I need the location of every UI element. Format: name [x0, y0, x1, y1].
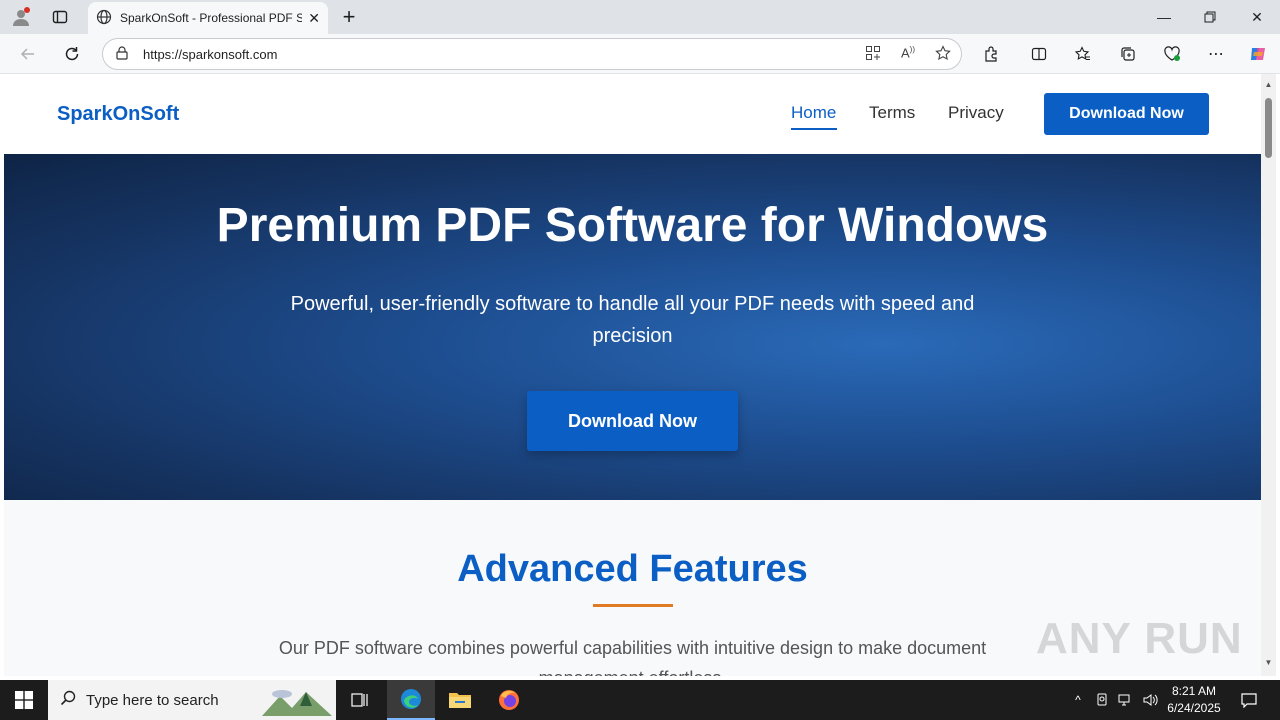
- network-icon[interactable]: [1116, 680, 1136, 720]
- url-text: https://sparkonsoft.com: [143, 46, 278, 62]
- site-info-icon[interactable]: [115, 45, 129, 63]
- extensions-icon[interactable]: [977, 40, 1005, 68]
- nav-privacy[interactable]: Privacy: [948, 103, 1004, 123]
- scroll-down-icon[interactable]: ▼: [1264, 658, 1273, 667]
- device-icon[interactable]: [1092, 680, 1112, 720]
- app-available-icon[interactable]: [865, 45, 881, 64]
- browser-toolbar: https://sparkonsoft.com A)) ⋯: [0, 34, 1280, 74]
- anyrun-watermark: ANY RUN: [1036, 614, 1243, 663]
- search-highlight-icon: [262, 684, 332, 720]
- tab-title: SparkOnSoft - Professional PDF S: [120, 11, 303, 25]
- browser-essentials-icon[interactable]: [1158, 40, 1186, 68]
- active-tab[interactable]: SparkOnSoft - Professional PDF S ✕: [88, 2, 328, 34]
- features-title: Advanced Features: [457, 548, 808, 590]
- address-bar[interactable]: https://sparkonsoft.com A)): [102, 38, 962, 70]
- nav-active-underline: [791, 128, 837, 130]
- windows-taskbar: Type here to search ^ 8:21 AM 6/24/2025: [0, 680, 1280, 720]
- restore-icon[interactable]: [1187, 0, 1233, 34]
- profile-icon[interactable]: [8, 4, 34, 30]
- windows-logo-icon: [15, 691, 33, 709]
- site-logo[interactable]: SparkOnSoft: [57, 103, 179, 126]
- globe-icon: [96, 9, 112, 28]
- more-icon[interactable]: ⋯: [1202, 40, 1230, 68]
- browser-tab-bar: SparkOnSoft - Professional PDF S ✕ + ― ✕: [0, 0, 1280, 34]
- features-description: Our PDF software combines powerful capab…: [278, 638, 987, 676]
- refresh-icon[interactable]: [58, 40, 86, 68]
- start-button[interactable]: [0, 680, 48, 720]
- close-tab-icon[interactable]: ✕: [308, 10, 320, 27]
- features-divider: [593, 604, 673, 607]
- task-view-icon[interactable]: [336, 680, 384, 720]
- collections-icon[interactable]: [1114, 40, 1142, 68]
- new-tab-icon[interactable]: +: [336, 4, 362, 30]
- search-placeholder: Type here to search: [86, 691, 219, 709]
- read-aloud-icon[interactable]: A)): [901, 45, 915, 64]
- taskbar-search[interactable]: Type here to search: [48, 680, 336, 720]
- page-scrollbar[interactable]: ▲ ▼: [1261, 74, 1276, 676]
- favorites-icon[interactable]: [1069, 40, 1097, 68]
- minimize-icon[interactable]: ―: [1141, 0, 1187, 34]
- firefox-icon[interactable]: [485, 680, 533, 720]
- nav-home[interactable]: Home: [791, 103, 836, 123]
- hero-title: Premium PDF Software for Windows: [216, 199, 1049, 252]
- clock-time: 8:21 AM: [1171, 684, 1217, 698]
- scrollbar-thumb[interactable]: [1265, 98, 1272, 158]
- file-explorer-icon[interactable]: [436, 680, 484, 720]
- hero-section: Premium PDF Software for Windows Powerfu…: [4, 154, 1261, 500]
- scroll-up-icon[interactable]: ▲: [1264, 80, 1273, 89]
- search-icon: [60, 690, 76, 710]
- close-window-icon[interactable]: ✕: [1234, 0, 1280, 34]
- page-viewport: SparkOnSoft Home Terms Privacy Download …: [4, 74, 1261, 676]
- edge-taskbar-icon[interactable]: [387, 680, 435, 720]
- clock-date: 6/24/2025: [1167, 701, 1221, 715]
- header-download-button[interactable]: Download Now: [1044, 93, 1209, 135]
- hero-subtitle: Powerful, user-friendly software to hand…: [290, 293, 975, 347]
- volume-icon[interactable]: [1140, 680, 1162, 720]
- site-header: SparkOnSoft Home Terms Privacy Download …: [4, 74, 1261, 154]
- back-icon[interactable]: [14, 40, 42, 68]
- favorite-star-icon[interactable]: [935, 45, 951, 64]
- tab-actions-icon[interactable]: [47, 4, 73, 30]
- notification-icon[interactable]: [1234, 680, 1264, 720]
- split-screen-icon[interactable]: [1025, 40, 1053, 68]
- system-clock[interactable]: 8:21 AM 6/24/2025: [1162, 683, 1226, 717]
- hero-download-button[interactable]: Download Now: [527, 391, 738, 451]
- nav-terms[interactable]: Terms: [869, 103, 915, 123]
- show-hidden-icons[interactable]: ^: [1068, 680, 1088, 720]
- copilot-icon[interactable]: [1244, 40, 1272, 68]
